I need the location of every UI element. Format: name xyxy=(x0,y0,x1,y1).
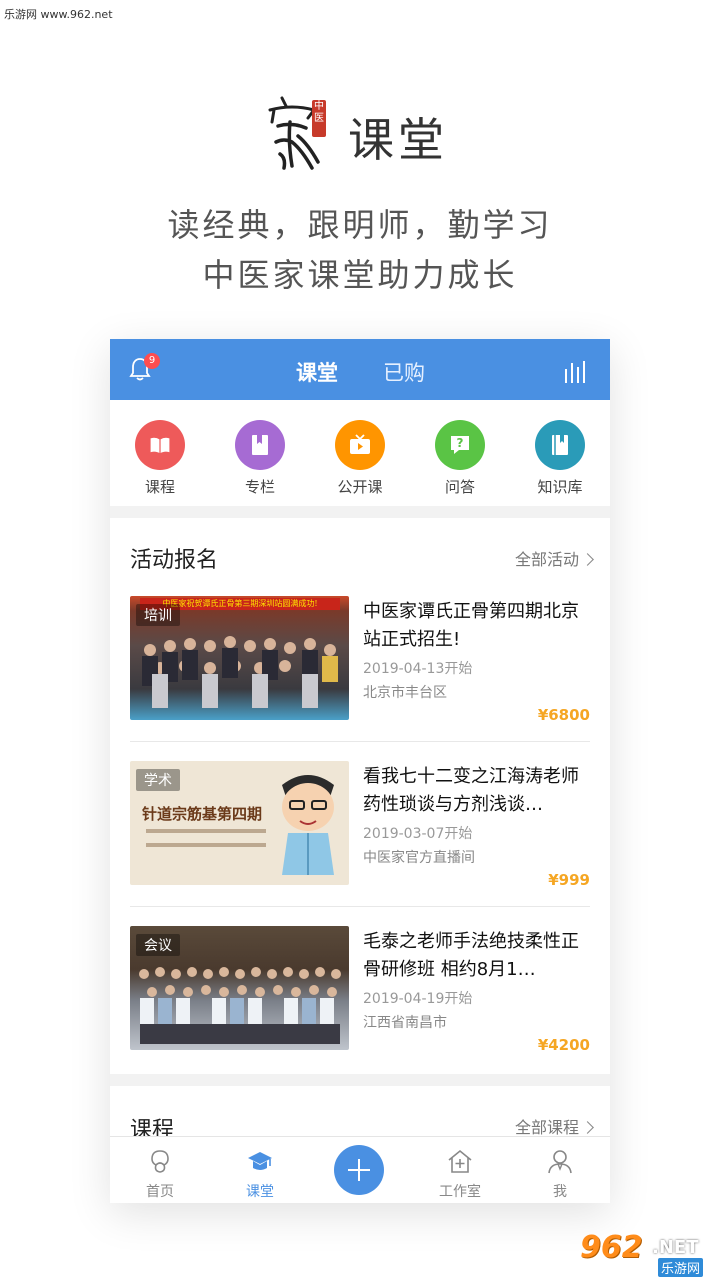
svg-text:?: ? xyxy=(457,436,464,450)
poster-title: 针道宗筋基第四期 xyxy=(142,805,263,823)
quicknav-label: 课程 xyxy=(144,478,175,496)
activity-photo: 针道宗筋基第四期 学术 xyxy=(130,761,349,885)
user-icon xyxy=(548,1150,572,1174)
app-logo: 中医 课堂 xyxy=(262,92,462,176)
library-book-icon xyxy=(535,420,585,470)
notification-badge: 9 xyxy=(144,353,160,369)
activity-card[interactable]: 中医家祝贺谭氏正骨第三期深圳站圆满成功! 培训 中医家谭氏正骨第四期北京站正式招… xyxy=(130,578,590,742)
watermark-site: 乐游网 xyxy=(658,1258,704,1277)
activity-date: 2019-04-19开始 xyxy=(363,991,473,1007)
activity-title: 看我七十二变之江海涛老师药性琐谈与方剂浅谈… xyxy=(363,766,579,815)
tab-purchased[interactable]: 已购 xyxy=(383,357,425,387)
watermark-logo: 962 xyxy=(580,1230,643,1265)
slogan-line-1: 读经典，跟明师，勤学习 xyxy=(167,206,553,244)
activity-tag: 学术 xyxy=(136,769,180,791)
house-plus-icon xyxy=(448,1149,472,1173)
watermark-net: .NET xyxy=(652,1237,699,1258)
tab-classroom[interactable]: 课堂 xyxy=(296,357,338,387)
activity-price: ¥6800 xyxy=(537,706,590,724)
tv-icon xyxy=(335,420,385,470)
activity-location: 江西省南昌市 xyxy=(363,1015,447,1031)
activity-card[interactable]: 针道宗筋基第四期 学术 看我七十二变之江海涛老师药性琐谈与方剂浅谈… 2019-… xyxy=(130,743,590,907)
activity-title: 中医家谭氏正骨第四期北京站正式招生! xyxy=(363,601,579,650)
chevron-right-icon xyxy=(581,1121,594,1134)
bookmark-book-icon xyxy=(235,420,285,470)
seal-stamp: 中医 xyxy=(312,100,326,137)
quicknav-label: 公开课 xyxy=(337,478,383,496)
quicknav-label: 知识库 xyxy=(537,478,583,496)
activity-tag: 会议 xyxy=(136,934,180,956)
nav-label: 首页 xyxy=(146,1184,174,1200)
divider xyxy=(130,741,590,742)
activity-location: 北京市丰台区 xyxy=(363,685,447,701)
all-activities-link[interactable]: 全部活动 xyxy=(514,546,594,570)
activity-location: 中医家官方直播间 xyxy=(363,850,475,866)
activity-photo: 中医家祝贺谭氏正骨第三期深圳站圆满成功! 培训 xyxy=(130,596,349,720)
quicknav-label: 问答 xyxy=(444,478,475,496)
nav-label: 课堂 xyxy=(246,1184,274,1200)
bottom-nav: 首页 课堂 工作室 我 xyxy=(110,1136,610,1203)
quicknav-qa[interactable]: ? 问答 xyxy=(410,420,510,497)
activity-price: ¥4200 xyxy=(537,1036,590,1054)
nav-classroom[interactable]: 课堂 xyxy=(210,1147,310,1201)
graduation-cap-icon xyxy=(248,1152,272,1170)
quicknav-open-class[interactable]: 公开课 xyxy=(310,420,410,497)
activities-section: 活动报名 全部活动 中医家祝贺谭氏正骨第三期深圳站圆满成功! 培训 中医家谭氏正… xyxy=(110,518,610,1074)
book-icon xyxy=(135,420,185,470)
bottom-watermark: 962 .NET 乐游网 xyxy=(578,1230,718,1278)
question-chat-icon: ? xyxy=(435,420,485,470)
all-courses-link[interactable]: 全部课程 xyxy=(514,1114,594,1138)
quicknav-knowledge[interactable]: 知识库 xyxy=(510,420,610,497)
nav-label: 工作室 xyxy=(439,1184,481,1200)
add-button[interactable] xyxy=(334,1145,384,1195)
nav-label: 我 xyxy=(553,1184,567,1200)
activity-date: 2019-03-07开始 xyxy=(363,826,473,842)
quicknav-columns[interactable]: 专栏 xyxy=(210,420,310,497)
quicknav-courses[interactable]: 课程 xyxy=(110,420,210,497)
nav-studio[interactable]: 工作室 xyxy=(410,1147,510,1201)
activity-photo: 会议 xyxy=(130,926,349,1050)
activity-title: 毛泰之老师手法绝技柔性正骨研修班 相约8月1… xyxy=(363,931,579,980)
stats-bars-icon[interactable] xyxy=(564,359,588,383)
link-label: 全部课程 xyxy=(514,1118,579,1137)
section-title: 活动报名 xyxy=(130,548,219,573)
group-photo xyxy=(139,967,341,1044)
activity-date: 2019-04-13开始 xyxy=(363,661,473,677)
activity-price: ¥999 xyxy=(548,871,590,889)
poster-text-line xyxy=(146,843,266,847)
slogan-line-2: 中医家课堂助力成长 xyxy=(202,256,518,294)
home-leaf-icon xyxy=(151,1150,169,1173)
nav-me[interactable]: 我 xyxy=(510,1147,610,1201)
activity-card[interactable]: 会议 毛泰之老师手法绝技柔性正骨研修班 相约8月1… 2019-04-19开始 … xyxy=(130,908,590,1054)
phone-screen: 9 课堂 已购 课程 专栏 公开课 ? 问答 知识库 活动报名 全部活动 中医家… xyxy=(110,339,610,1203)
app-name: 课堂 xyxy=(348,113,448,167)
poster-text-line xyxy=(146,829,266,833)
activity-tag: 培训 xyxy=(136,604,180,626)
quick-nav: 课程 专栏 公开课 ? 问答 知识库 xyxy=(110,400,610,506)
quicknav-label: 专栏 xyxy=(244,478,275,496)
group-photo xyxy=(142,636,338,708)
top-bar: 9 课堂 已购 xyxy=(110,339,610,400)
nav-home[interactable]: 首页 xyxy=(110,1147,210,1201)
divider xyxy=(130,906,590,907)
chevron-right-icon xyxy=(581,553,594,566)
top-watermark: 乐游网 www.962.net xyxy=(4,8,113,21)
caricature-illustration xyxy=(282,775,334,875)
link-label: 全部活动 xyxy=(514,550,579,569)
